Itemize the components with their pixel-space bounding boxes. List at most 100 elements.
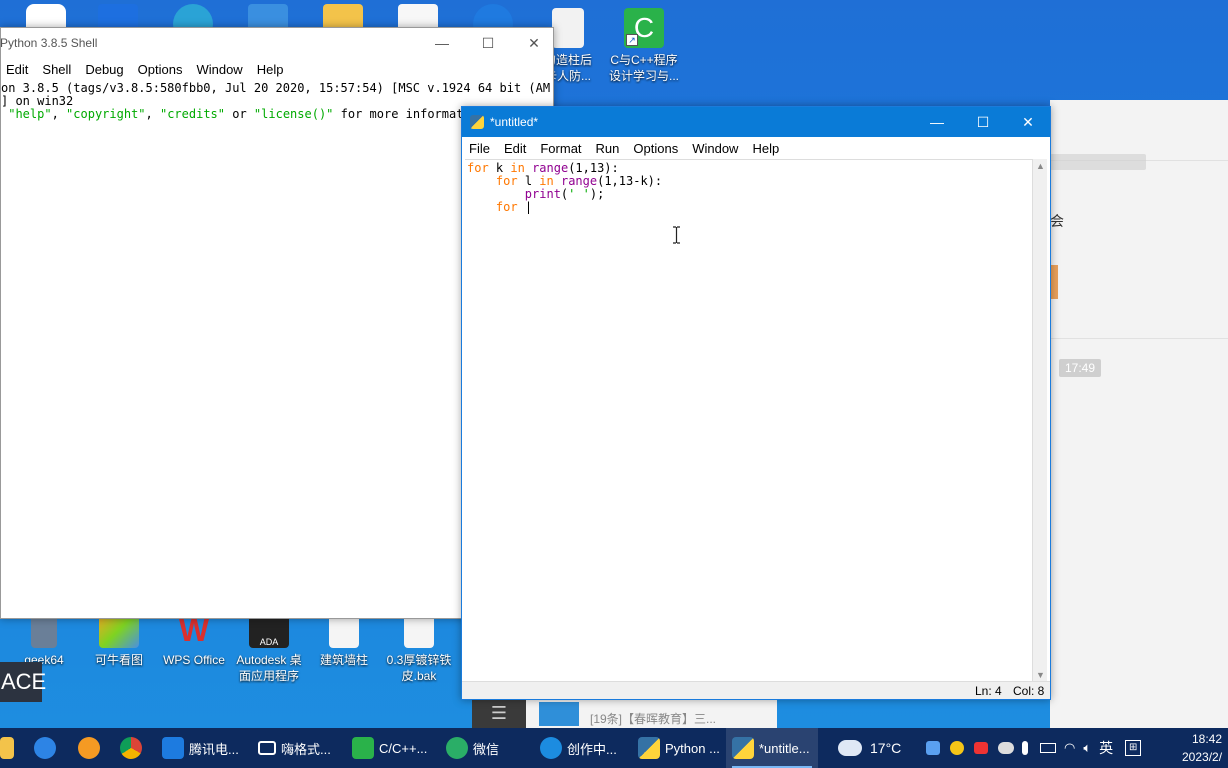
ime-indicator[interactable]: 英 [1099, 738, 1113, 758]
wechat-tray-icon[interactable] [998, 742, 1014, 754]
taskbar-item-recorder[interactable]: 嗨格式... [258, 728, 331, 768]
record-icon[interactable] [974, 742, 988, 754]
security-icon[interactable] [926, 741, 940, 755]
taskbar: 腾讯电... 嗨格式... C/C++... 微信 创作中... Python … [0, 728, 1228, 768]
taskbar-item-wechat[interactable]: 微信 [446, 728, 499, 768]
desktop-icon-bak[interactable]: 0.3厚镀锌铁 皮.bak [381, 612, 457, 684]
desktop-icon-label: WPS Office [163, 653, 225, 667]
maximize-button[interactable]: ☐ [465, 28, 511, 58]
menu-edit[interactable]: Edit [497, 141, 533, 156]
shield-icon [162, 737, 184, 759]
code-line: for | [495, 200, 533, 214]
search-button[interactable] [78, 728, 105, 768]
python-file-icon [470, 115, 484, 129]
desktop-icon-label: C与C++程序 [610, 53, 678, 67]
taskbar-item-untitled[interactable]: *untitle... [726, 728, 818, 768]
vertical-scrollbar[interactable]: ▲ ▼ [1032, 159, 1047, 683]
desktop-icon-label: 面应用程序 [238, 669, 299, 683]
minimize-button[interactable]: — [914, 107, 960, 137]
desktop-icon-jianzhu[interactable]: 建筑墙柱 [306, 612, 382, 668]
thumbnail [1050, 265, 1058, 299]
idle-editor-window[interactable]: *untitled* — ☐ ✕ File Edit Format Run Op… [461, 106, 1051, 700]
menu-format[interactable]: Format [533, 141, 588, 156]
menu-options[interactable]: Options [131, 62, 190, 77]
shell-menubar: Edit Shell Debug Options Window Help [0, 58, 553, 80]
folder-icon [0, 737, 14, 759]
desktop-icon-label: 设计学习与... [608, 69, 679, 83]
close-button[interactable]: ✕ [1005, 107, 1051, 137]
star-icon[interactable] [950, 741, 964, 755]
editor-titlebar[interactable]: *untitled* — ☐ ✕ [462, 107, 1050, 137]
taskbar-item-c-cpp[interactable]: C/C++... [352, 728, 427, 768]
desktop-icon-wps[interactable]: W WPS Office [156, 612, 232, 668]
menu-file[interactable]: File [462, 141, 497, 156]
edge-icon [540, 737, 562, 759]
speaker-icon[interactable]: 🔈︎ [1083, 740, 1091, 756]
taskbar-item-python-shell[interactable]: Python ... [632, 728, 724, 768]
menu-run[interactable]: Run [589, 141, 627, 156]
wifi-icon[interactable]: ◠ [1064, 740, 1075, 756]
system-tray: ◠ 🔈︎ 英 ⊞ [926, 728, 1142, 768]
pinned-app-1[interactable] [34, 728, 61, 768]
clock[interactable]: 18:42 2023/2/ [1168, 730, 1228, 766]
wechat-icon [446, 737, 468, 759]
status-line: Ln: 4 [975, 684, 1002, 698]
app-icon [34, 737, 56, 759]
menu-options[interactable]: Options [626, 141, 685, 156]
maximize-button[interactable]: ☐ [960, 107, 1006, 137]
status-column: Col: 8 [1013, 684, 1045, 698]
ace-widget[interactable]: ACE [0, 662, 46, 702]
minimize-button[interactable]: — [419, 28, 465, 58]
timestamp-chip: 17:49 [1059, 359, 1102, 377]
ime-mode-icon[interactable]: ⊞ [1125, 740, 1142, 756]
editor-title: *untitled* [490, 115, 539, 129]
video-icon [258, 741, 276, 755]
thumbnail [539, 702, 579, 726]
menu-shell[interactable]: Shell [35, 62, 78, 77]
clock-time: 18:42 [1191, 732, 1222, 746]
menu-debug[interactable]: Debug [78, 62, 130, 77]
menu-help[interactable]: Help [745, 141, 786, 156]
chrome-icon [120, 737, 142, 759]
blurred-chip [1050, 154, 1146, 170]
message-preview: [19条]【春晖教育】三... [590, 712, 717, 726]
desktop-icon-label: 0.3厚镀锌铁 [386, 653, 452, 667]
search-icon [78, 737, 100, 759]
scroll-up-icon[interactable]: ▲ [1033, 159, 1048, 174]
shell-line: on 3.8.5 (tags/v3.8.5:580fbb0, Jul 20 20… [1, 81, 551, 95]
close-button[interactable]: ✕ [511, 28, 557, 58]
python-icon [638, 737, 660, 759]
status-bar: Ln: 4 Col: 8 [462, 681, 1050, 699]
taskbar-item-edge[interactable]: 创作中... [540, 728, 617, 768]
background-app-bottom: ☰ [19条]【春晖教育】三... [472, 700, 777, 728]
desktop-icon-label: 建筑墙柱 [319, 653, 368, 667]
clock-date: 2023/2/ [1182, 750, 1223, 764]
taskbar-item-tencent[interactable]: 腾讯电... [162, 728, 239, 768]
chrome-button[interactable] [120, 728, 147, 768]
desktop-icon-autodesk[interactable]: ADA Autodesk 桌 面应用程序 [231, 612, 307, 684]
microphone-icon[interactable] [1022, 741, 1028, 755]
cloud-icon [838, 740, 862, 756]
weather-widget[interactable]: 17°C [838, 728, 901, 768]
battery-icon[interactable] [1040, 743, 1056, 753]
desktop-icon-geek64[interactable]: geek64 [6, 612, 82, 668]
background-app-window: 会 17:49 [1050, 100, 1228, 728]
shell-titlebar[interactable]: Python 3.8.5 Shell — ☐ ✕ [0, 28, 553, 58]
menu-window[interactable]: Window [685, 141, 745, 156]
menu-icon[interactable]: ☰ [472, 700, 526, 728]
menu-edit[interactable]: Edit [0, 62, 35, 77]
file-explorer-button[interactable] [0, 728, 22, 768]
desktop-icon-label: 皮.bak [401, 669, 437, 683]
code-text: for k in range(1,13): for l in range(1,1… [467, 162, 662, 214]
c-app-icon: C ↗ [624, 8, 664, 48]
menu-window[interactable]: Window [189, 62, 249, 77]
code-editor[interactable]: for k in range(1,13): for l in range(1,1… [465, 159, 1032, 683]
ibeam-cursor-icon [673, 226, 680, 244]
c-app-icon [352, 737, 374, 759]
desktop-icon-keniu[interactable]: 可牛看图 [81, 612, 157, 668]
shortcut-arrow-icon: ↗ [626, 34, 638, 46]
background-text: 会 [1050, 213, 1064, 229]
shell-title: Python 3.8.5 Shell [0, 36, 98, 50]
desktop-icon-c-cpp[interactable]: C ↗ C与C++程序 设计学习与... [606, 8, 682, 84]
menu-help[interactable]: Help [250, 62, 291, 77]
